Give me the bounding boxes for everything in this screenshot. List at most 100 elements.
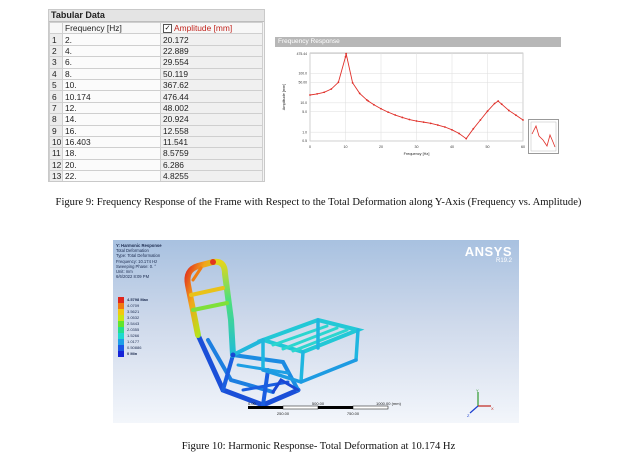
table-row[interactable]: 13 22. 4.8255: [49, 170, 263, 181]
x-tick-label: 10: [344, 145, 348, 149]
joint-node: [230, 352, 236, 358]
data-point: [394, 114, 397, 116]
tabular-data-panel: Tabular Data Frequency [Hz] ✓ Amplitude […: [48, 9, 265, 182]
tabular-data-table: Frequency [Hz] ✓ Amplitude [mm] 1 2. 20.172…: [49, 21, 263, 181]
triad-z-label: Z: [467, 413, 470, 418]
scale-segment-2: [282, 405, 319, 410]
frequency-response-chart: 0 10 20 30 40 50 60 475.44 100.0 50.00 10.0 5.0 1.0 0…: [282, 52, 525, 156]
x-tick-label: 0: [309, 145, 311, 149]
tabular-data-title: Tabular Data: [49, 10, 264, 22]
row-index: 12: [49, 158, 63, 172]
frequency-response-title: Frequency Response: [275, 37, 561, 47]
row-index: 6: [49, 90, 63, 103]
scale-segment-3: [318, 406, 353, 409]
data-point: [497, 100, 500, 102]
scale-label-250: 250.00: [277, 411, 290, 416]
amplitude-column-header[interactable]: ✓ Amplitude [mm]: [160, 21, 263, 35]
data-point: [373, 103, 375, 106]
triad-y-label: Y: [476, 388, 479, 393]
frequency-cell: 22.: [62, 170, 161, 181]
x-tick-label: 50: [486, 145, 490, 149]
ansys-viewport[interactable]: Y: Harmonic Response Total Deformation T…: [113, 240, 519, 423]
y-axis-label: Amplitude [mm]: [282, 84, 286, 110]
amplitude-cell: 6.286: [160, 158, 263, 172]
data-point: [486, 110, 489, 113]
scale-label-500: 500.00: [312, 401, 325, 406]
y-tick-label: 100.0: [299, 72, 308, 76]
table-row[interactable]: 2 4. 22.889: [49, 44, 263, 58]
frequency-column-header[interactable]: Frequency [Hz]: [62, 21, 161, 35]
table-row[interactable]: 1 2. 20.172: [49, 33, 263, 46]
scale-bar: 0.00 500.00 1000.00 (mm) 250.00 750.00: [248, 401, 402, 416]
rear-rack: [231, 317, 365, 384]
chart-thumbnail[interactable]: [528, 119, 559, 154]
amplitude-checkbox[interactable]: ✓: [163, 24, 172, 33]
data-point: [344, 56, 347, 58]
data-point: [358, 92, 361, 95]
data-point: [472, 127, 475, 130]
x-tick-label: 30: [415, 145, 419, 149]
table-row[interactable]: 9 16. 12.558: [49, 124, 263, 137]
row-index: 10: [49, 135, 63, 149]
amplitude-cell: 4.8255: [160, 170, 263, 181]
figure-9-caption: Figure 9: Frequency Response of the Fram…: [55, 197, 582, 208]
data-point: [330, 88, 333, 90]
data-point: [436, 124, 439, 126]
data-point: [351, 81, 354, 84]
x-tick-label: 60: [521, 145, 525, 149]
data-point: [323, 91, 326, 94]
scale-label-750: 750.00: [347, 411, 360, 416]
frequency-cell: 16.: [62, 124, 161, 137]
data-point: [500, 103, 503, 106]
table-row[interactable]: 8 14. 20.924: [49, 113, 263, 126]
table-row[interactable]: 6 10.174 476.44: [49, 90, 263, 103]
frequency-response-window: Frequency Response 0 10 20 30 40 50 60 475.44 10…: [275, 37, 561, 159]
data-point: [444, 126, 446, 128]
row-index: 8: [49, 113, 63, 126]
y-tick-label: 10.0: [300, 101, 307, 105]
table-row[interactable]: 7 12. 48.002: [49, 101, 263, 115]
row-index-header: [49, 21, 63, 35]
table-row[interactable]: 11 18. 8.5759: [49, 147, 263, 160]
table-row[interactable]: 12 20. 6.286: [49, 158, 263, 172]
frame-model: [184, 258, 365, 408]
amplitude-cell: 48.002: [160, 101, 263, 115]
data-point: [380, 107, 382, 110]
amplitude-cell: 50.119: [160, 67, 263, 80]
data-point: [465, 137, 468, 140]
row-index: 1: [49, 33, 63, 46]
row-index: 13: [49, 170, 63, 181]
frequency-cell: 20.: [62, 158, 161, 172]
amplitude-column-label: Amplitude [mm]: [174, 23, 233, 34]
data-point: [316, 92, 318, 95]
table-row[interactable]: 3 6. 29.554: [49, 56, 263, 69]
frequency-cell: 4.: [62, 44, 161, 58]
row-index: 7: [49, 101, 63, 115]
triad-x-label: X: [491, 406, 494, 411]
data-point: [479, 119, 482, 121]
scale-segment-1: [248, 406, 283, 409]
amplitude-cell: 476.44: [160, 90, 263, 103]
scale-segment-4: [352, 405, 389, 410]
data-point: [345, 52, 348, 55]
frequency-cell: 8.: [62, 67, 161, 80]
row-index: 4: [49, 67, 63, 80]
thumbnail-frame: [530, 121, 557, 152]
amplitude-cell: 11.541: [160, 135, 263, 149]
data-point: [451, 128, 453, 131]
triad-z-axis: [469, 405, 479, 414]
amplitude-cell: 20.172: [160, 33, 263, 46]
table-row[interactable]: 4 8. 50.119: [49, 67, 263, 80]
data-point: [337, 81, 340, 84]
max-deformation-node: [210, 259, 216, 265]
frequency-cell: 2.: [62, 33, 161, 46]
amplitude-cell: 367.62: [160, 78, 263, 92]
y-tick-label: 0.5: [302, 139, 307, 143]
table-row[interactable]: 10 16.403 11.541: [49, 135, 263, 149]
x-tick-label: 20: [379, 145, 383, 149]
x-axis-label: Frequency [Hz]: [404, 152, 430, 156]
table-row[interactable]: 5 10. 367.62: [49, 78, 263, 92]
data-point: [522, 119, 524, 121]
coordinate-triad[interactable]: Y X Z: [466, 388, 496, 418]
figure-10-caption: Figure 10: Harmonic Response- Total Defo…: [181, 441, 456, 452]
